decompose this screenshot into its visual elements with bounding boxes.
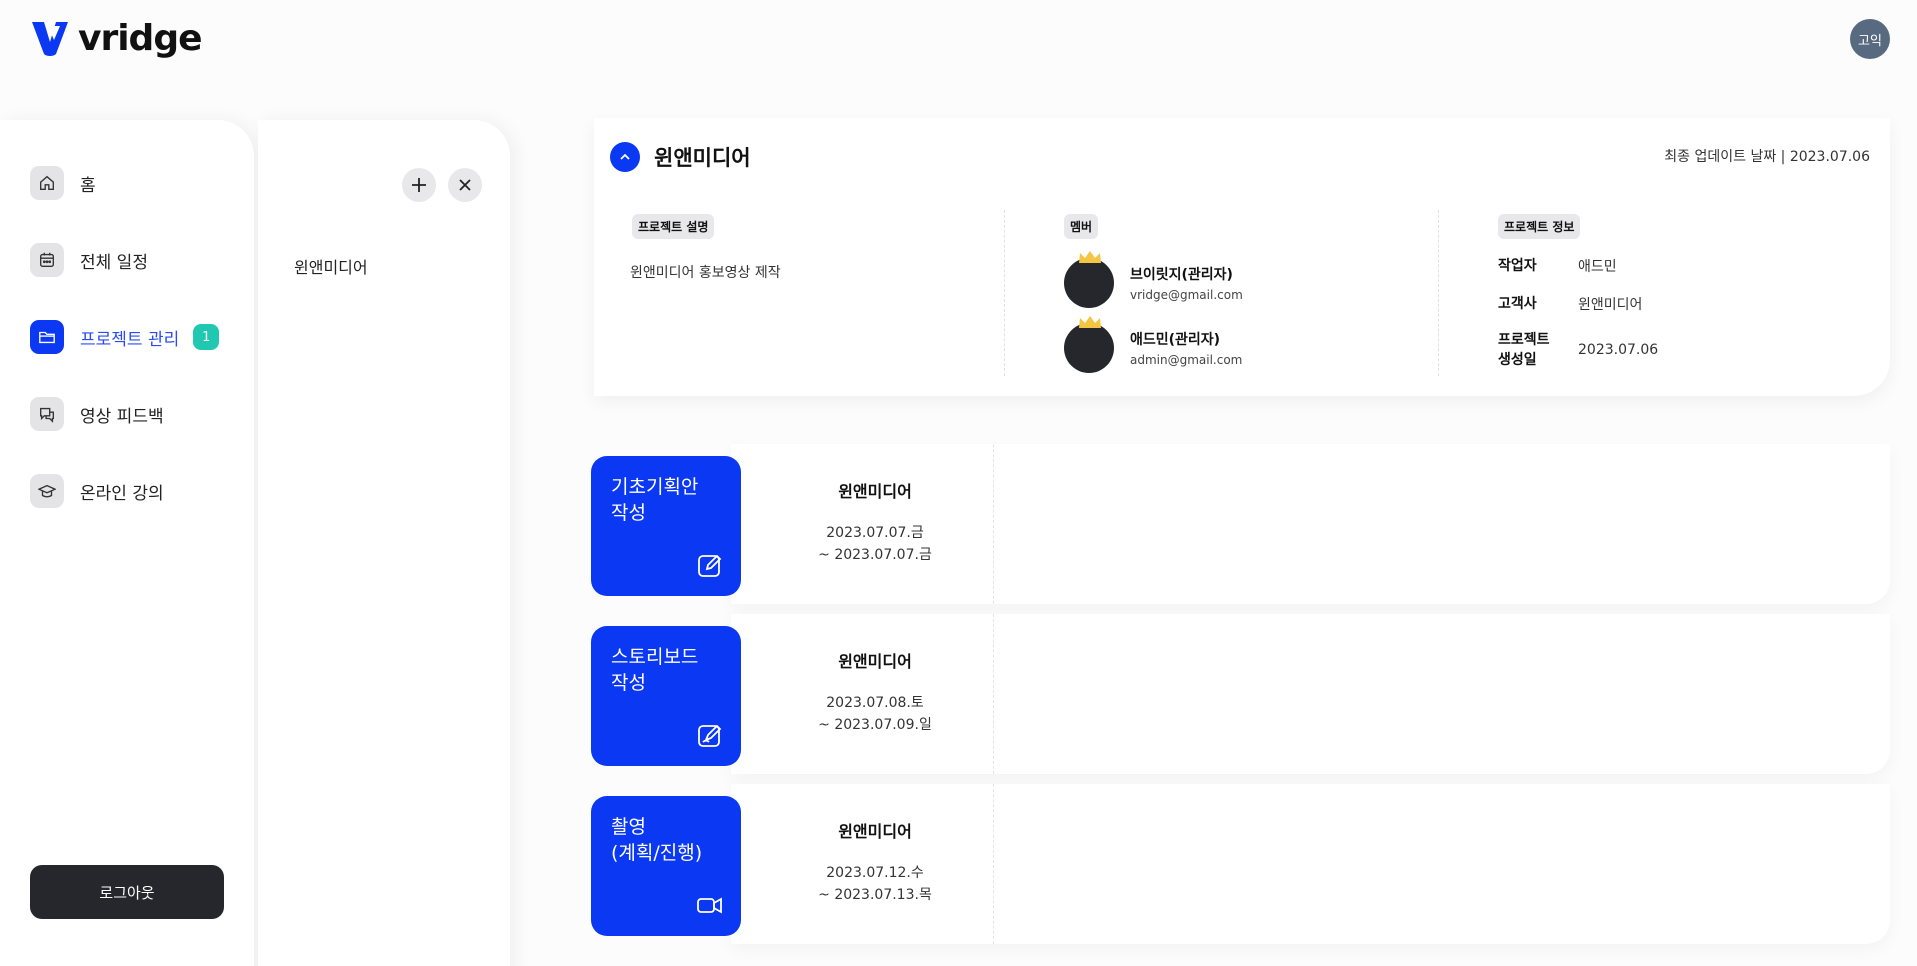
close-panel-button[interactable] xyxy=(448,168,482,202)
info-value: 애드민 xyxy=(1578,259,1617,275)
member-email: admin@gmail.com xyxy=(1130,353,1243,367)
logo[interactable]: vridge xyxy=(30,18,203,59)
task-dates: 2023.07.07.금 ~ 2023.07.07.금 xyxy=(793,522,957,566)
task-start-date: 2023.07.12.수 xyxy=(826,865,924,881)
info-key: 작업자 xyxy=(1498,258,1537,274)
task-row: 기초기획안 작성 윈앤미디어 2023.07.07.금 ~ 2023.07.07… xyxy=(591,444,1890,616)
task-dates: 2023.07.12.수 ~ 2023.07.13.목 xyxy=(793,862,957,906)
task-end-date: ~ 2023.07.13.목 xyxy=(818,887,932,903)
last-update-date: 최종 업데이트 날짜 | 2023.07.06 xyxy=(1664,149,1870,165)
sidebar-item-online-lecture[interactable]: 온라인 강의 xyxy=(30,474,164,508)
task-label: 스토리보드 작성 xyxy=(611,646,699,694)
task-tile-planning[interactable]: 기초기획안 작성 xyxy=(591,456,741,596)
task-project-name: 윈앤미디어 xyxy=(838,822,912,841)
info-row: 고객사 윈앤미디어 xyxy=(1498,294,1642,314)
sidebar-item-video-feedback[interactable]: 영상 피드백 xyxy=(30,397,164,431)
info-value: 윈앤미디어 xyxy=(1578,297,1643,313)
task-start-date: 2023.07.07.금 xyxy=(826,525,924,541)
logout-button[interactable]: 로그아웃 xyxy=(30,865,224,919)
task-project-name: 윈앤미디어 xyxy=(838,652,912,671)
sidebar-item-label: 프로젝트 관리 xyxy=(80,329,180,350)
task-row: 스토리보드 작성 윈앤미디어 2023.07.08.토 ~ 2023.07.09… xyxy=(591,614,1890,786)
task-tile-shooting[interactable]: 촬영 (계획/진행) xyxy=(591,796,741,936)
video-camera-icon xyxy=(697,897,722,914)
info-value: 2023.07.06 xyxy=(1578,342,1659,358)
project-description: 윈앤미디어 홍보영상 제작 xyxy=(630,265,781,281)
task-tile-storyboard[interactable]: 스토리보드 작성 xyxy=(591,626,741,766)
project-list-panel: 윈앤미디어 xyxy=(258,120,510,966)
project-title: 윈앤미디어 xyxy=(654,146,751,170)
info-key: 고객사 xyxy=(1498,296,1537,312)
divider xyxy=(1004,210,1005,376)
sidebar-item-project-management[interactable]: 프로젝트 관리 1 xyxy=(30,320,220,354)
task-row: 촬영 (계획/진행) 윈앤미디어 2023.07.12.수 ~ 2023.07.… xyxy=(591,784,1890,956)
avatar xyxy=(1064,251,1114,308)
project-list-item[interactable]: 윈앤미디어 xyxy=(294,254,368,278)
project-info-label: 프로젝트 정보 xyxy=(1498,214,1581,239)
task-label: 기초기획안 작성 xyxy=(611,476,699,524)
add-project-button[interactable] xyxy=(402,168,436,202)
chat-icon xyxy=(30,397,64,431)
info-row: 프로젝트 생성일 2023.07.06 xyxy=(1498,330,1658,370)
info-row: 작업자 애드민 xyxy=(1498,256,1617,276)
member-item: 브이릿지(관리자) vridge@gmail.com xyxy=(1064,251,1243,308)
project-description-label: 프로젝트 설명 xyxy=(632,214,715,239)
vridge-logo-icon xyxy=(32,21,68,56)
crown-icon xyxy=(1079,316,1101,328)
sidebar-item-label: 전체 일정 xyxy=(80,252,148,273)
graduation-cap-icon xyxy=(30,474,64,508)
draw-icon xyxy=(698,724,722,747)
sidebar-item-label: 온라인 강의 xyxy=(80,483,164,504)
member-email: vridge@gmail.com xyxy=(1130,288,1243,302)
task-project-name: 윈앤미디어 xyxy=(838,482,912,501)
task-end-date: ~ 2023.07.09.일 xyxy=(818,717,932,733)
info-key: 프로젝트 생성일 xyxy=(1498,332,1550,368)
sidebar-item-home[interactable]: 홈 xyxy=(30,166,96,200)
crown-icon xyxy=(1079,251,1101,263)
sidebar-item-schedule[interactable]: 전체 일정 xyxy=(30,243,148,277)
close-icon xyxy=(459,179,471,191)
home-icon xyxy=(30,166,64,200)
edit-icon xyxy=(698,554,722,577)
avatar xyxy=(1064,316,1114,373)
notification-badge: 1 xyxy=(193,324,220,350)
divider xyxy=(1438,210,1439,376)
calendar-icon xyxy=(30,243,64,277)
logo-text: vridge xyxy=(78,18,203,59)
members-label: 멤버 xyxy=(1064,214,1099,239)
member-item: 애드민(관리자) admin@gmail.com xyxy=(1064,316,1243,373)
member-name: 애드민(관리자) xyxy=(1130,332,1221,348)
divider xyxy=(993,444,994,604)
divider xyxy=(993,784,994,944)
sidebar: 홈 전체 일정 프로젝트 관리 1 영상 피드백 온라인 강의 로그아웃 xyxy=(0,120,254,966)
task-start-date: 2023.07.08.토 xyxy=(826,695,924,711)
folder-icon xyxy=(30,320,64,354)
chevron-up-icon xyxy=(620,153,630,160)
collapse-button[interactable] xyxy=(610,142,640,172)
plus-icon xyxy=(412,178,426,192)
task-dates: 2023.07.08.토 ~ 2023.07.09.일 xyxy=(793,692,957,736)
sidebar-item-label: 영상 피드백 xyxy=(80,406,164,427)
divider xyxy=(993,614,994,774)
task-label: 촬영 (계획/진행) xyxy=(611,816,703,864)
user-avatar[interactable]: 고익 xyxy=(1850,19,1890,59)
member-name: 브이릿지(관리자) xyxy=(1130,267,1233,283)
sidebar-item-label: 홈 xyxy=(80,175,96,196)
project-info-card: 윈앤미디어 최종 업데이트 날짜 | 2023.07.06 프로젝트 설명 윈앤… xyxy=(594,118,1890,396)
task-end-date: ~ 2023.07.07.금 xyxy=(818,547,932,563)
